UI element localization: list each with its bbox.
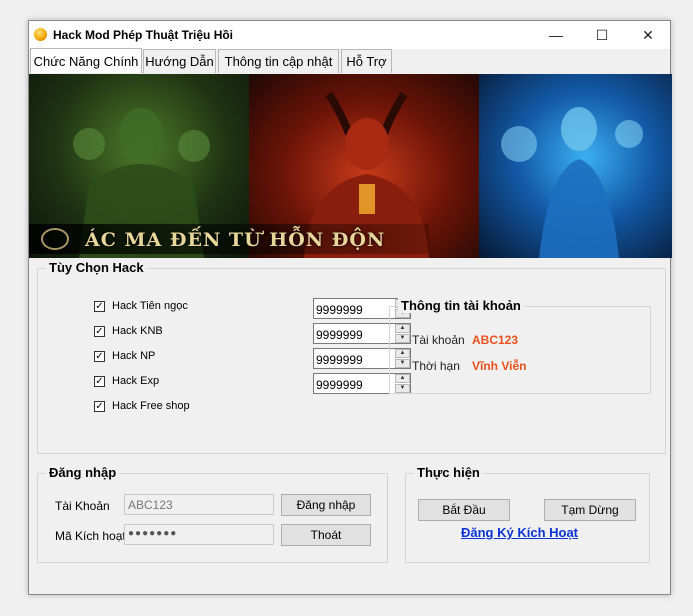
- maximize-button[interactable]: ☐: [579, 21, 625, 49]
- hack-tien-ngoc-value[interactable]: 9999999: [316, 303, 363, 317]
- expiry-value: Vĩnh Viễn: [472, 359, 527, 373]
- minimize-button[interactable]: —: [533, 21, 579, 49]
- app-logo-icon: [34, 28, 47, 41]
- hack-row-knb: ✓ Hack KNB 9999999 ▲ ▼: [94, 323, 424, 344]
- hack-knb-value[interactable]: 9999999: [316, 328, 363, 342]
- start-button[interactable]: Bắt Đầu: [418, 499, 510, 521]
- hack-options-legend: Tùy Chọn Hack: [46, 260, 147, 275]
- game-banner: ÁC MA ĐẾN TỪ HỖN ĐỘN: [29, 74, 672, 258]
- login-account-label: Tài Khoản: [55, 499, 110, 513]
- hack-knb-checkbox[interactable]: ✓: [94, 326, 105, 337]
- login-account-field[interactable]: ABC123: [124, 494, 274, 515]
- hack-free-shop-checkbox[interactable]: ✓: [94, 401, 105, 412]
- game-emblem-icon: [41, 228, 69, 250]
- login-group: Đăng nhập Tài Khoản ABC123 Đăng nhập Mã …: [37, 465, 388, 563]
- hack-free-shop-label: Hack Free shop: [112, 400, 190, 412]
- tab-guide[interactable]: Hướng Dẫn: [143, 49, 216, 73]
- sorceress-silhouette: [501, 107, 643, 258]
- hack-options-group: Tùy Chọn Hack ✓ Hack Tiên ngọc 9999999 ▲…: [37, 260, 666, 454]
- hack-row-np: ✓ Hack NP 9999999 ▲ ▼: [94, 348, 424, 369]
- hack-tien-ngoc-label: Hack Tiên ngọc: [112, 300, 188, 312]
- activation-code-label: Mã Kích hoạt: [55, 529, 126, 543]
- account-value: ABC123: [472, 333, 519, 347]
- account-info-group: Thông tin tài khoản Tài khoản ABC123 Thờ…: [389, 298, 651, 394]
- login-legend: Đăng nhập: [46, 465, 120, 480]
- expiry-label: Thời hạn: [412, 359, 460, 373]
- exit-button[interactable]: Thoát: [281, 524, 371, 546]
- banner-caption-text: ÁC MA ĐẾN TỪ HỖN ĐỘN: [85, 229, 386, 251]
- account-label: Tài khoản: [412, 333, 465, 347]
- hack-exp-label: Hack Exp: [112, 375, 160, 387]
- hack-knb-label: Hack KNB: [112, 325, 163, 337]
- hack-exp-checkbox[interactable]: ✓: [94, 376, 105, 387]
- hack-row-free-shop: ✓ Hack Free shop: [94, 399, 294, 417]
- activation-code-field[interactable]: ●●●●●●●: [124, 524, 274, 545]
- hack-np-checkbox[interactable]: ✓: [94, 351, 105, 362]
- hack-np-value[interactable]: 9999999: [316, 353, 363, 367]
- banner-ice-sorceress-art: [479, 74, 672, 258]
- tab-main-functions[interactable]: Chức Năng Chính: [30, 48, 142, 73]
- tab-update-info[interactable]: Thông tin cập nhật: [218, 49, 339, 73]
- hack-row-exp: ✓ Hack Exp 9999999 ▲ ▼: [94, 373, 424, 394]
- account-info-legend: Thông tin tài khoản: [398, 298, 524, 313]
- tab-support[interactable]: Hỗ Trợ: [341, 49, 392, 73]
- app-window: Hack Mod Phép Thuật Triệu Hồi — ☐ ✕ Chức…: [28, 20, 672, 595]
- actions-group: Thực hiện Bắt Đầu Tạm Dừng Đăng Ký Kích …: [405, 465, 650, 563]
- hack-exp-value[interactable]: 9999999: [316, 378, 363, 392]
- register-activation-link[interactable]: Đăng Ký Kích Hoạt: [461, 525, 578, 540]
- close-button[interactable]: ✕: [625, 21, 671, 49]
- hack-tien-ngoc-checkbox[interactable]: ✓: [94, 301, 105, 312]
- tab-strip: Chức Năng Chính Hướng Dẫn Thông tin cập …: [29, 48, 670, 73]
- login-button[interactable]: Đăng nhập: [281, 494, 371, 516]
- hack-np-label: Hack NP: [112, 350, 156, 362]
- title-bar[interactable]: Hack Mod Phép Thuật Triệu Hồi — ☐ ✕: [29, 21, 670, 49]
- pause-button[interactable]: Tạm Dừng: [544, 499, 636, 521]
- hack-row-tien-ngoc: ✓ Hack Tiên ngọc 9999999 ▲ ▼: [94, 298, 424, 319]
- window-title: Hack Mod Phép Thuật Triệu Hồi: [53, 28, 234, 42]
- actions-legend: Thực hiện: [414, 465, 483, 480]
